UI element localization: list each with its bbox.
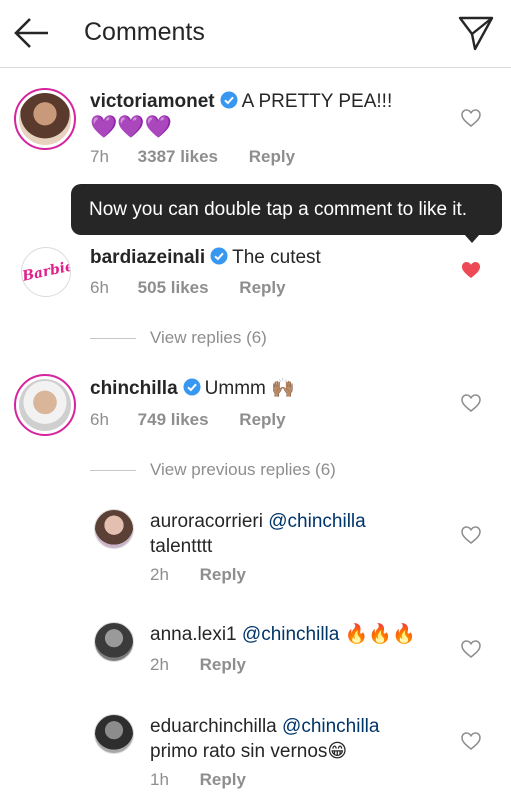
comment-text: The cutest [232, 247, 321, 268]
comment-time: 6h [90, 278, 109, 297]
barbie-logo: Barbie [21, 258, 71, 285]
avatar[interactable] [94, 622, 134, 662]
header-bar: Comments [0, 0, 511, 68]
verified-badge-icon [183, 378, 201, 396]
view-replies-text: View replies (6) [150, 328, 267, 347]
reply-item[interactable]: anna.lexi1 @chinchilla 🔥🔥🔥 2h Reply [0, 620, 511, 680]
heart-filled-icon[interactable] [461, 261, 481, 279]
reply-meta: 1h Reply [150, 770, 246, 790]
reply-button[interactable]: Reply [239, 410, 285, 430]
divider-line [90, 470, 136, 472]
back-button[interactable] [12, 16, 52, 50]
heart-outline-icon[interactable] [461, 394, 481, 412]
verified-badge-icon [210, 247, 228, 265]
comment-item[interactable]: Barbie bardiazeinali The cutest 6h 505 li… [0, 240, 511, 300]
page-title: Comments [84, 18, 205, 46]
avatar[interactable] [14, 88, 76, 150]
heart-outline-icon[interactable] [461, 109, 481, 127]
reply-button[interactable]: Reply [239, 278, 285, 298]
reply-item[interactable]: eduarchinchilla @chinchilla primo rato s… [0, 712, 511, 800]
comment-time: 7h [90, 147, 109, 166]
heart-outline-icon[interactable] [461, 732, 481, 750]
view-replies-text: View previous replies (6) [150, 460, 336, 479]
view-previous-replies-link[interactable]: View previous replies (6) [90, 460, 336, 480]
tooltip: Now you can double tap a comment to like… [71, 184, 502, 235]
avatar[interactable]: Barbie [21, 247, 71, 297]
comment-text: A PRETTY PEA!!! [241, 91, 393, 112]
heart-outline-icon[interactable] [461, 526, 481, 544]
comment-item[interactable]: victoriamonet A PRETTY PEA!!! 💜💜💜 7h 3387 … [0, 84, 511, 184]
comment-text: Ummm [204, 378, 266, 399]
avatar[interactable] [94, 509, 134, 549]
reply-text: talentttt [150, 536, 213, 557]
reply-emoji: 😁 [327, 741, 348, 762]
view-replies-link[interactable]: View replies (6) [90, 328, 267, 348]
reply-button[interactable]: Reply [249, 147, 295, 167]
arrow-left-icon [14, 18, 48, 48]
comment-meta: 7h 3387 likes Reply [90, 147, 295, 167]
comment-username[interactable]: chinchilla [90, 378, 178, 399]
likes-count[interactable]: 505 likes [138, 278, 209, 298]
comment-username[interactable]: victoriamonet [90, 91, 215, 112]
paper-plane-icon [458, 16, 494, 51]
reply-button[interactable]: Reply [200, 565, 246, 585]
avatar[interactable] [14, 374, 76, 436]
reply-username[interactable]: anna.lexi1 [150, 624, 237, 645]
reply-time: 1h [150, 770, 169, 789]
reply-time: 2h [150, 655, 169, 674]
likes-count[interactable]: 749 likes [138, 410, 209, 430]
share-button[interactable] [457, 14, 495, 52]
heart-outline-icon[interactable] [461, 640, 481, 658]
divider-line [90, 338, 136, 340]
mention-link[interactable]: @chinchilla [282, 716, 379, 737]
comment-meta: 6h 749 likes Reply [90, 410, 286, 430]
comment-item[interactable]: chinchilla Ummm 🙌🏽 6h 749 likes Reply [0, 372, 511, 442]
reply-time: 2h [150, 565, 169, 584]
verified-badge-icon [220, 91, 238, 109]
likes-count[interactable]: 3387 likes [138, 147, 218, 167]
reply-button[interactable]: Reply [200, 770, 246, 790]
comment-meta: 6h 505 likes Reply [90, 278, 286, 298]
comment-emoji: 💜💜💜 [90, 114, 173, 139]
reply-meta: 2h Reply [150, 655, 246, 675]
mention-link[interactable]: @chinchilla [242, 624, 339, 645]
reply-username[interactable]: auroracorrieri [150, 511, 263, 532]
comment-time: 6h [90, 410, 109, 429]
reply-username[interactable]: eduarchinchilla [150, 716, 277, 737]
mention-link[interactable]: @chinchilla [268, 511, 365, 532]
reply-text: primo rato sin vernos [150, 741, 328, 762]
reply-button[interactable]: Reply [200, 655, 246, 675]
reply-meta: 2h Reply [150, 565, 246, 585]
comment-username[interactable]: bardiazeinali [90, 247, 205, 268]
reply-emoji: 🔥🔥🔥 [344, 624, 416, 645]
avatar[interactable] [94, 714, 134, 754]
comment-emoji: 🙌🏽 [271, 378, 295, 399]
reply-item[interactable]: auroracorrieri @chinchilla talentttt 2h … [0, 505, 511, 590]
